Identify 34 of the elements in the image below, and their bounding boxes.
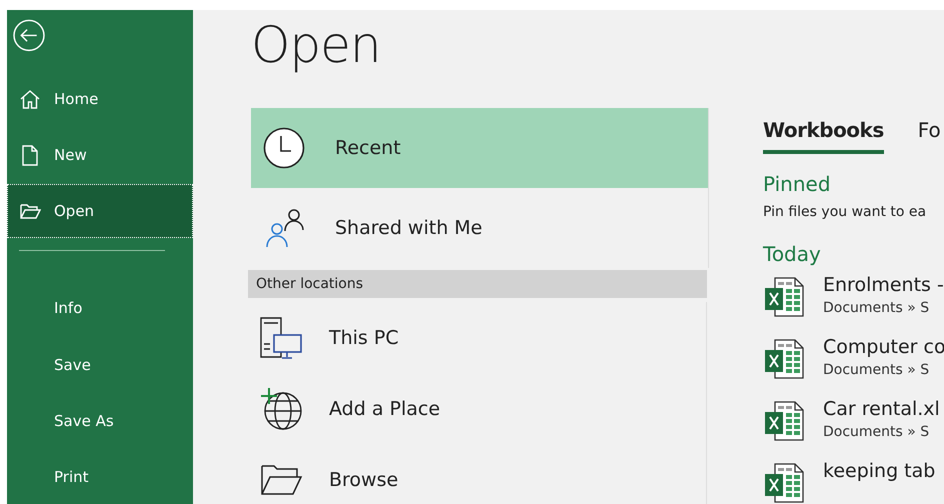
location-item[interactable]: Shared with Me [251, 188, 708, 268]
location-item[interactable]: Browse [251, 444, 706, 504]
page-title: Open [251, 16, 382, 76]
tab[interactable]: Fo [918, 118, 941, 154]
location-item[interactable]: Recent [251, 108, 708, 188]
location-item[interactable]: This PC [251, 302, 706, 373]
sidebar-item[interactable]: Save As [7, 394, 193, 448]
spreadsheet-file-icon [763, 462, 805, 504]
sidebar-item[interactable]: Save [7, 338, 193, 392]
file-path: Documents » S [823, 424, 930, 440]
hint-text: Pin files you want to ea [763, 204, 928, 220]
file-path: Documents » S [823, 300, 930, 316]
tab[interactable]: Workbooks [763, 118, 884, 154]
sidebar-item[interactable]: Open [7, 184, 193, 238]
file-name-link[interactable]: keeping tab [823, 460, 936, 482]
sidebar-item[interactable]: Print [7, 450, 193, 504]
globe-add-icon [259, 386, 303, 430]
spreadsheet-file-icon [763, 338, 805, 380]
computer-icon [259, 316, 303, 360]
back-icon[interactable] [12, 19, 46, 52]
home-icon [19, 88, 41, 110]
file-path: Documents » S [823, 362, 930, 378]
location-item[interactable]: Add a Place [251, 373, 706, 444]
sidebar-item[interactable]: New [7, 128, 193, 182]
spreadsheet-file-icon [763, 400, 805, 442]
section-heading: Pinned [763, 172, 832, 196]
sidebar-item[interactable]: Home [7, 72, 193, 126]
file-name-link[interactable]: Enrolments - [823, 274, 944, 296]
clock-icon [263, 127, 305, 169]
section-heading: Today [763, 242, 822, 266]
sidebar-item[interactable]: Info [7, 281, 193, 336]
file-name-link[interactable]: Car rental.xl [823, 398, 940, 420]
spreadsheet-file-icon [763, 276, 805, 318]
section-header: Other locations [248, 270, 707, 298]
